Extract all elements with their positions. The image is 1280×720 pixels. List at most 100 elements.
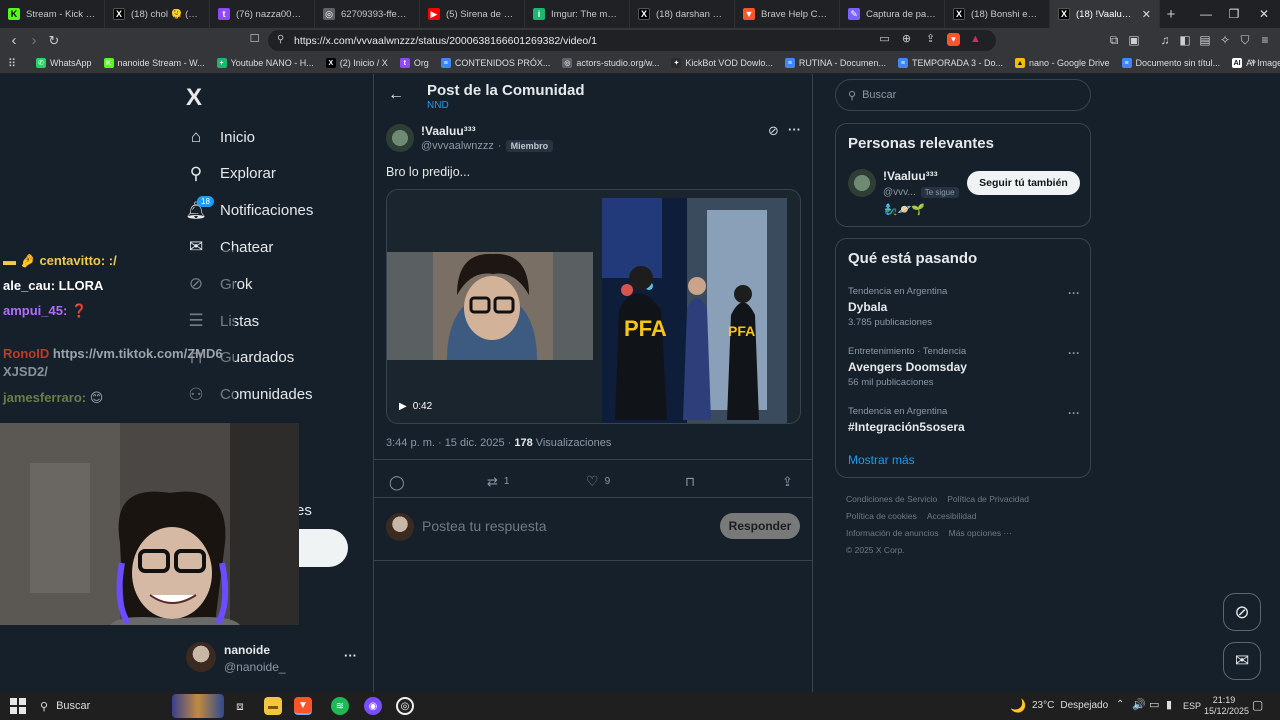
trend-more-icon[interactable]: ··· xyxy=(1068,406,1080,420)
brave-taskbar-icon[interactable]: ▼ xyxy=(294,697,312,715)
bookmark-item[interactable]: X (2) Inicio / X xyxy=(320,58,394,68)
volume-icon[interactable]: 🔊 xyxy=(1132,698,1146,711)
browser-tab[interactable]: iImgur: The magic o✕ xyxy=(525,0,630,28)
account-avatar[interactable] xyxy=(186,642,216,672)
footer-link[interactable]: Accesibilidad xyxy=(927,511,977,521)
reply-button[interactable]: Responder xyxy=(720,513,800,539)
bookmark-item[interactable]: t Org xyxy=(394,58,435,68)
tab-search-icon[interactable]: ▣ xyxy=(1127,33,1141,47)
taskbar-search[interactable]: ⚲ Buscar xyxy=(36,696,166,716)
brave-shield-icon[interactable]: ▼ xyxy=(947,33,960,46)
more-bookmarks-icon[interactable]: » xyxy=(1250,56,1256,68)
browser-tab[interactable]: ✎Captura de pantalla✕ xyxy=(840,0,945,28)
start-icon[interactable] xyxy=(10,698,26,714)
spotify-icon[interactable]: ≋ xyxy=(331,697,349,715)
mic-icon[interactable]: ▮ xyxy=(1166,698,1172,711)
bookmark-item[interactable]: ▲ nano - Google Drive xyxy=(1009,58,1116,68)
trend-item[interactable]: Tendencia en Argentina #Integración5soser… xyxy=(848,406,1080,456)
language-indicator[interactable]: ESP xyxy=(1183,701,1201,711)
nav-item-notificaciones[interactable]: 🔔︎ 18 Notificaciones xyxy=(185,195,313,221)
trend-more-icon[interactable]: ··· xyxy=(1068,286,1080,300)
share-post-icon[interactable]: ⇪ xyxy=(782,474,793,490)
author-avatar[interactable] xyxy=(386,124,414,152)
post-more-icon[interactable]: ··· xyxy=(788,122,801,137)
cast-icon[interactable]: ▭ xyxy=(878,33,891,46)
bookmark-item[interactable]: Knanoide Stream - W... xyxy=(98,58,211,68)
apps-grid-icon[interactable]: ⠿ xyxy=(8,57,16,70)
extensions-icon[interactable]: ⧉ xyxy=(1107,33,1121,47)
footer-link[interactable]: Más opciones ··· xyxy=(949,528,1012,538)
back-button[interactable]: ‹ xyxy=(4,32,24,49)
bookmark-item[interactable]: ✦ KickBot VOD Dowlo... xyxy=(665,58,779,68)
grok-fab-icon[interactable]: ⊘ xyxy=(1223,593,1261,631)
obs-icon[interactable]: ◎ xyxy=(396,697,414,715)
new-tab-button[interactable]: + xyxy=(1160,6,1182,23)
bookmark-item[interactable]: ✆ WhatsApp xyxy=(30,58,98,68)
footer-link[interactable]: © 2025 X Corp. xyxy=(846,545,905,555)
relevant-avatar[interactable] xyxy=(848,169,876,197)
retweet-button[interactable]: ⇄ 1 xyxy=(487,474,509,490)
browser-tab[interactable]: X(18) darshan en X:✕ xyxy=(630,0,735,28)
browser-tab[interactable]: X(18) Bonshi en X: "✕ xyxy=(945,0,1050,28)
footer-link[interactable]: Condiciones de Servicio xyxy=(846,494,937,504)
play-icon[interactable]: ▶ xyxy=(399,401,407,412)
trend-item[interactable]: Tendencia en Argentina Dybala 3.785 public… xyxy=(848,286,1080,336)
bookmark-icon[interactable]: ⊓ xyxy=(685,474,695,490)
footer-link[interactable]: Información de anuncios xyxy=(846,528,939,538)
post-timestamp[interactable]: 3:44 p. m. · 15 dic. 2025 · xyxy=(386,437,511,449)
messages-fab-icon[interactable]: ✉ xyxy=(1223,642,1261,680)
reply-icon[interactable]: ◯ xyxy=(389,474,405,491)
browser-tab[interactable]: KStream - Kick Da✕ xyxy=(0,0,105,28)
file-explorer-icon[interactable]: ▬ xyxy=(264,697,282,715)
trend-item[interactable]: Entretenimiento · Tendencia Avengers Doom… xyxy=(848,346,1080,396)
video-controls[interactable]: ▶ 0:42 xyxy=(399,401,432,412)
network-icon[interactable]: ▭ xyxy=(1149,698,1159,711)
account-more-icon[interactable]: ··· xyxy=(344,648,357,663)
brave-rewards-icon[interactable]: ▲ xyxy=(969,33,982,46)
bookmark-page-icon[interactable]: ☐ xyxy=(248,33,261,46)
vpn-icon[interactable]: ⛉ xyxy=(1238,33,1252,47)
bookmark-item[interactable]: ≡ RUTINA - Documen... xyxy=(779,58,892,68)
browser-tab[interactable]: X(18) chol 🫠 (@sol_sc✕ xyxy=(105,0,210,28)
follow-back-button[interactable]: Seguir tú también xyxy=(967,171,1080,195)
reply-input[interactable]: Postea tu respuesta xyxy=(422,518,547,534)
footer-link[interactable]: Política de cookies xyxy=(846,511,917,521)
browser-tab[interactable]: t(76) nazza005 - Twitc✕ xyxy=(210,0,315,28)
browser-tab[interactable]: ▶(5) Sirena de Policía✕ xyxy=(420,0,525,28)
close-window-button[interactable]: ✕ xyxy=(1248,0,1280,28)
author-name[interactable]: !Vaaluu³³³ xyxy=(421,124,476,138)
grok-post-icon[interactable]: ⊘ xyxy=(768,123,779,139)
trend-more-icon[interactable]: ··· xyxy=(1068,346,1080,360)
clock[interactable]: 21:19 15/12/2025 xyxy=(1204,695,1249,717)
footer-link[interactable]: Política de Privacidad xyxy=(947,494,1029,504)
browser-tab[interactable]: ◎62709393-ffeb-414✕ xyxy=(315,0,420,28)
leo-icon[interactable]: ✧ xyxy=(1218,33,1232,47)
video-player[interactable]: PFA PFA ▶ 0:42 xyxy=(386,189,801,424)
search-input[interactable]: ⚲ Buscar xyxy=(835,79,1091,111)
sidebar-icon[interactable]: ◧ xyxy=(1178,33,1192,47)
restore-button[interactable]: ❐ xyxy=(1218,0,1250,28)
task-view-icon[interactable]: ⧈ xyxy=(231,697,249,715)
browser-tab[interactable]: X (18) !Vaaluu³³³ e ✕ xyxy=(1050,0,1160,28)
x-logo-icon[interactable]: X xyxy=(186,84,202,112)
relevant-name[interactable]: !Vaaluu³³³ xyxy=(883,169,938,183)
like-button[interactable]: ♡ 9 xyxy=(586,473,610,490)
media-icon[interactable]: ♫ xyxy=(1158,33,1172,47)
search-highlight-image[interactable] xyxy=(172,694,224,718)
bookmark-item[interactable]: + Youtube NANO - H... xyxy=(211,58,320,68)
notification-icon[interactable]: ▢ xyxy=(1252,698,1263,712)
tray-chevron-icon[interactable]: ⌃ xyxy=(1116,699,1124,710)
share-icon[interactable]: ⇪ xyxy=(924,33,937,46)
community-name[interactable]: NND xyxy=(427,100,449,111)
discord-icon[interactable]: ◉ xyxy=(364,697,382,715)
reload-button[interactable]: ↻ xyxy=(44,33,64,49)
bookmark-item[interactable]: ◎ actors-studio.org/w... xyxy=(556,58,665,68)
bookmark-item[interactable]: ≡ Documento sin títul... xyxy=(1116,58,1227,68)
tab-close-icon[interactable]: ✕ xyxy=(1142,8,1151,21)
nav-item-explorar[interactable]: ⚲ Explorar xyxy=(186,164,276,184)
back-arrow-icon[interactable]: ← xyxy=(388,86,404,104)
forward-button[interactable]: › xyxy=(24,32,44,49)
nav-item-inicio[interactable]: ⌂ Inicio xyxy=(186,127,255,147)
zoom-icon[interactable]: ⊕ xyxy=(900,33,913,46)
wallet-icon[interactable]: ▤ xyxy=(1198,33,1212,47)
